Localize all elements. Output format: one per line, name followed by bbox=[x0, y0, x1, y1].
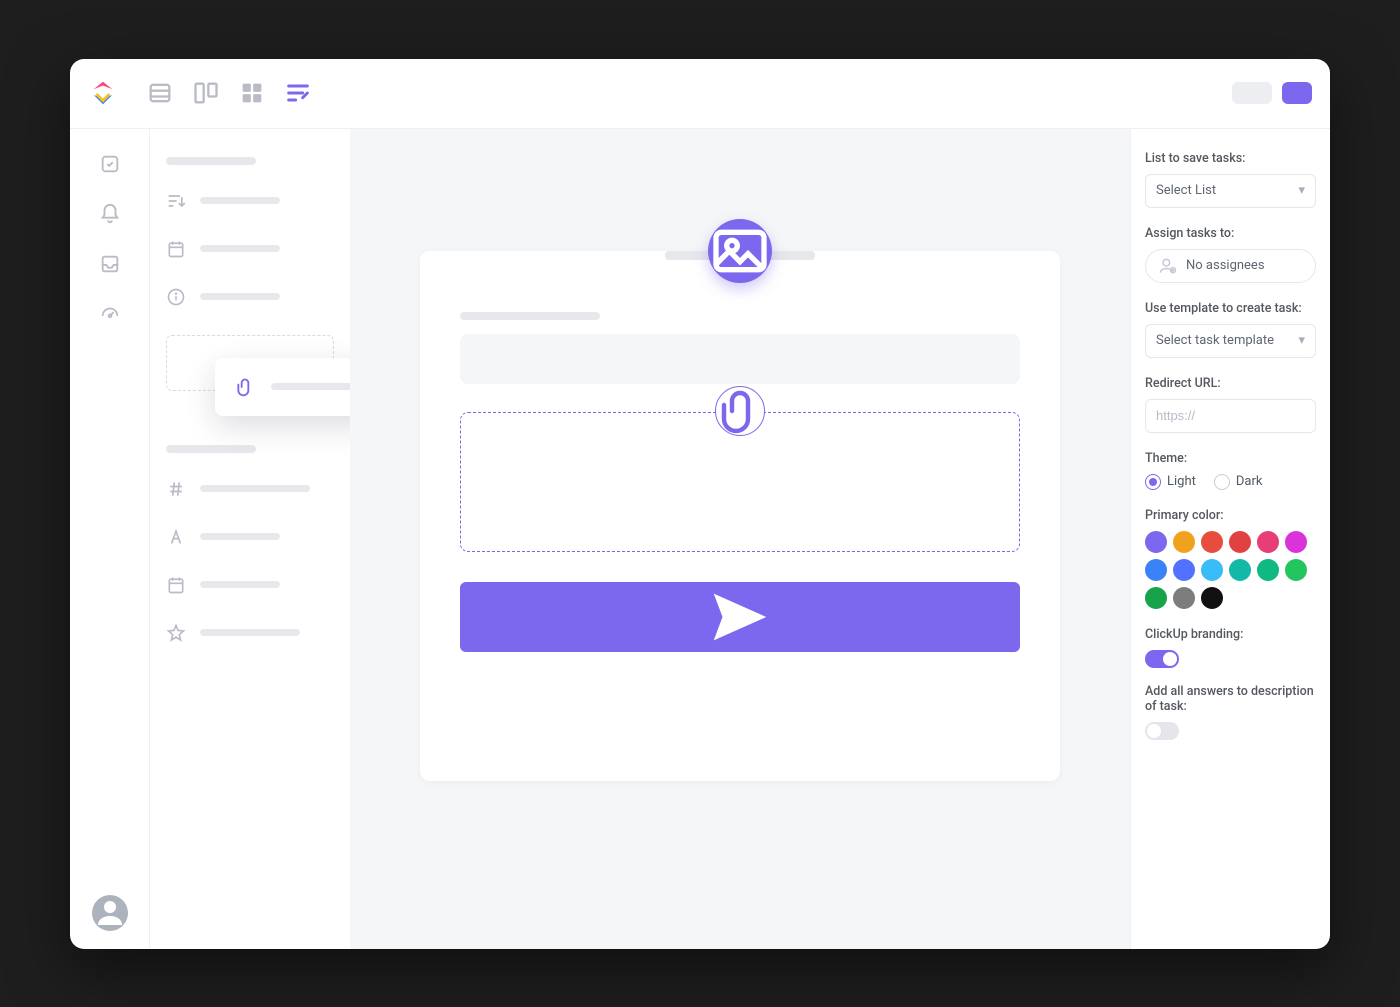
tab-board[interactable] bbox=[192, 79, 220, 107]
branding-label: ClickUp branding: bbox=[1145, 627, 1316, 642]
chevron-down-icon: ▾ bbox=[1298, 183, 1305, 198]
calendar-icon bbox=[166, 575, 186, 595]
form-preview-card bbox=[420, 251, 1060, 781]
app-logo bbox=[88, 78, 118, 108]
list-save-label: List to save tasks: bbox=[1145, 151, 1316, 166]
radio-indicator bbox=[1145, 474, 1161, 490]
field-option-date2[interactable] bbox=[166, 575, 334, 595]
color-swatch[interactable] bbox=[1201, 559, 1223, 581]
color-swatch[interactable] bbox=[1201, 531, 1223, 553]
add-person-icon bbox=[1158, 256, 1178, 276]
color-swatch[interactable] bbox=[1145, 587, 1167, 609]
color-swatch[interactable] bbox=[1229, 531, 1251, 553]
color-swatch[interactable] bbox=[1145, 531, 1167, 553]
redirect-url-input[interactable] bbox=[1145, 399, 1316, 433]
theme-radio-group: Light Dark bbox=[1145, 474, 1316, 490]
settings-panel: List to save tasks: Select List ▾ Assign… bbox=[1130, 129, 1330, 949]
app-window: List to save tasks: Select List ▾ Assign… bbox=[70, 59, 1330, 949]
form-canvas bbox=[350, 129, 1130, 949]
attachment-icon bbox=[235, 377, 255, 397]
color-swatch[interactable] bbox=[1257, 531, 1279, 553]
field-label-placeholder bbox=[200, 197, 280, 204]
hash-icon bbox=[166, 479, 186, 499]
list-select-value: Select List bbox=[1156, 183, 1216, 198]
color-grid bbox=[1145, 531, 1316, 609]
color-swatch[interactable] bbox=[1257, 559, 1279, 581]
assignee-select[interactable]: No assignees bbox=[1145, 249, 1316, 283]
color-swatch[interactable] bbox=[1285, 531, 1307, 553]
form-submit-button[interactable] bbox=[460, 582, 1020, 652]
field-label-placeholder bbox=[200, 581, 280, 588]
field-option-star[interactable] bbox=[166, 623, 334, 643]
field-option-sort[interactable] bbox=[166, 191, 334, 211]
field-label-placeholder bbox=[200, 533, 280, 540]
form-text-input[interactable] bbox=[460, 334, 1020, 384]
color-swatch[interactable] bbox=[1201, 587, 1223, 609]
field-label-placeholder bbox=[200, 485, 310, 492]
fields-heading-placeholder bbox=[166, 445, 256, 453]
theme-radio-dark[interactable]: Dark bbox=[1214, 474, 1263, 490]
chevron-down-icon: ▾ bbox=[1298, 333, 1305, 348]
topbar-actions bbox=[1232, 82, 1312, 104]
add-answers-toggle[interactable] bbox=[1145, 722, 1179, 740]
list-select[interactable]: Select List ▾ bbox=[1145, 174, 1316, 208]
branding-toggle[interactable] bbox=[1145, 650, 1179, 668]
nav-notifications[interactable] bbox=[99, 203, 121, 225]
primary-action-button[interactable] bbox=[1282, 82, 1312, 104]
fields-heading-placeholder bbox=[166, 157, 256, 165]
template-select-value: Select task template bbox=[1156, 333, 1274, 348]
nav-inbox[interactable] bbox=[99, 253, 121, 275]
theme-dark-label: Dark bbox=[1236, 474, 1263, 489]
color-swatch[interactable] bbox=[1229, 559, 1251, 581]
sort-icon bbox=[166, 191, 186, 211]
calendar-icon bbox=[166, 239, 186, 259]
assign-label: Assign tasks to: bbox=[1145, 226, 1316, 241]
theme-radio-light[interactable]: Light bbox=[1145, 474, 1196, 490]
template-label: Use template to create task: bbox=[1145, 301, 1316, 316]
field-option-hash[interactable] bbox=[166, 479, 334, 499]
info-icon bbox=[166, 287, 186, 307]
color-swatch[interactable] bbox=[1145, 559, 1167, 581]
field-label-placeholder bbox=[200, 629, 300, 636]
add-answers-label: Add all answers to description of task: bbox=[1145, 684, 1316, 714]
field-option-info[interactable] bbox=[166, 287, 334, 307]
color-swatch[interactable] bbox=[1285, 559, 1307, 581]
color-swatch[interactable] bbox=[1173, 531, 1195, 553]
assignee-value: No assignees bbox=[1186, 258, 1265, 273]
form-field-label-placeholder bbox=[460, 312, 600, 320]
star-icon bbox=[166, 623, 186, 643]
attachment-icon bbox=[715, 386, 765, 436]
field-option-date[interactable] bbox=[166, 239, 334, 259]
view-tabs bbox=[146, 79, 312, 107]
nav-tasks[interactable] bbox=[99, 153, 121, 175]
nav-dashboard[interactable] bbox=[99, 303, 121, 325]
secondary-action-button[interactable] bbox=[1232, 82, 1272, 104]
fields-panel bbox=[150, 129, 350, 949]
nav-rail bbox=[70, 129, 150, 949]
radio-indicator bbox=[1214, 474, 1230, 490]
field-label-placeholder bbox=[200, 245, 280, 252]
theme-label: Theme: bbox=[1145, 451, 1316, 466]
tab-box[interactable] bbox=[238, 79, 266, 107]
form-attachment-dropzone[interactable] bbox=[460, 412, 1020, 552]
field-drop-slot[interactable] bbox=[166, 335, 334, 391]
theme-light-label: Light bbox=[1167, 474, 1196, 489]
tab-form[interactable] bbox=[284, 79, 312, 107]
user-avatar[interactable] bbox=[92, 895, 128, 931]
redirect-label: Redirect URL: bbox=[1145, 376, 1316, 391]
field-option-text[interactable] bbox=[166, 527, 334, 547]
tab-list[interactable] bbox=[146, 79, 174, 107]
color-swatch[interactable] bbox=[1173, 587, 1195, 609]
form-logo-upload[interactable] bbox=[708, 219, 772, 283]
text-icon bbox=[166, 527, 186, 547]
field-label-placeholder bbox=[200, 293, 280, 300]
topbar bbox=[70, 59, 1330, 129]
color-swatch[interactable] bbox=[1173, 559, 1195, 581]
primary-color-label: Primary color: bbox=[1145, 508, 1316, 523]
template-select[interactable]: Select task template ▾ bbox=[1145, 324, 1316, 358]
